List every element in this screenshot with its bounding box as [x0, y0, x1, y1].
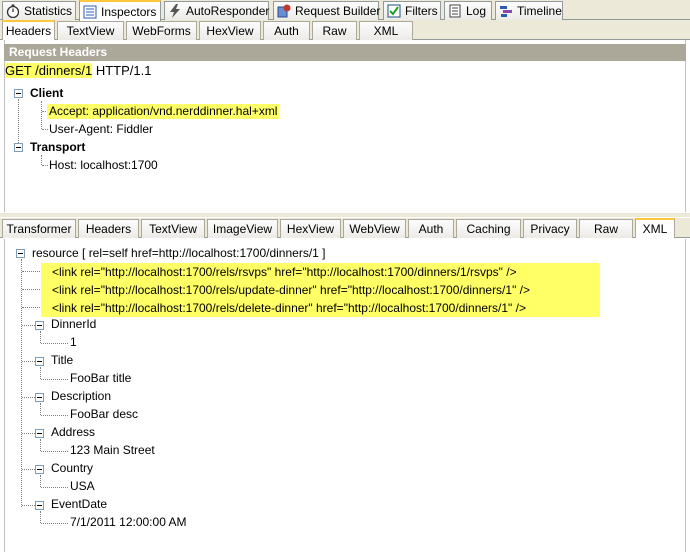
response-tab-auth-label: Auth: [418, 222, 444, 236]
lightning-icon: [168, 4, 182, 18]
tab-autoresponder[interactable]: AutoResponder: [164, 1, 269, 20]
request-tab-raw[interactable]: Raw: [312, 21, 357, 40]
header-user-agent[interactable]: User-Agent: Fiddler: [49, 122, 153, 137]
collapse-description-icon[interactable]: [35, 393, 44, 402]
link-delete-dinner[interactable]: <link rel="http://localhost:1700/rels/de…: [41, 299, 600, 317]
value-dinnerid[interactable]: 1: [70, 335, 77, 350]
response-tab-caching-label: Caching: [466, 222, 511, 236]
tab-timeline[interactable]: Timeline: [495, 1, 563, 20]
tab-inspectors-label: Inspectors: [101, 4, 157, 19]
request-tab-hexview-label: HexView: [206, 24, 254, 38]
request-tab-headers[interactable]: Headers: [2, 20, 55, 40]
checkbox-icon: [387, 4, 401, 18]
tab-log[interactable]: Log: [444, 1, 492, 20]
response-tab-xml[interactable]: XML: [635, 218, 675, 238]
response-tab-auth[interactable]: Auth: [408, 219, 454, 238]
response-tab-webview[interactable]: WebView: [343, 219, 406, 238]
tab-request-builder-label: Request Builder: [295, 4, 381, 18]
resource-node[interactable]: resource [ rel=self href=http://localhos…: [32, 246, 326, 261]
response-view-tabs: Transformer Headers TextView ImageView H…: [0, 218, 690, 238]
response-tab-headers-label: Headers: [85, 222, 132, 236]
request-tab-auth[interactable]: Auth: [263, 21, 310, 40]
main-tab-bar: Statistics Inspectors AutoResponder Requ…: [0, 0, 690, 21]
value-eventdate[interactable]: 7/1/2011 12:00:00 AM: [70, 515, 187, 530]
request-tab-webforms[interactable]: WebForms: [126, 21, 197, 40]
inspector-icon: [83, 5, 97, 19]
response-tab-raw[interactable]: Raw: [579, 219, 633, 238]
response-tab-textview[interactable]: TextView: [141, 219, 205, 238]
tab-inspectors[interactable]: Inspectors: [79, 0, 161, 21]
tab-autoresponder-label: AutoResponder: [186, 4, 270, 18]
request-tab-auth-label: Auth: [274, 24, 299, 38]
request-method-path: GET /dinners/1: [5, 63, 93, 78]
tab-statistics-label: Statistics: [24, 4, 73, 18]
request-tab-raw-label: Raw: [322, 24, 347, 38]
request-tab-xml-label: XML: [373, 24, 399, 38]
stopwatch-icon: [6, 4, 20, 19]
value-description[interactable]: FooBar desc: [70, 407, 138, 422]
response-tab-raw-label: Raw: [593, 222, 618, 236]
value-title[interactable]: FooBar title: [70, 371, 131, 386]
request-tab-textview-label: TextView: [66, 24, 115, 38]
response-tab-privacy-label: Privacy: [530, 222, 570, 236]
value-address[interactable]: 123 Main Street: [70, 443, 155, 458]
field-description[interactable]: Description: [51, 389, 111, 404]
response-tab-caching[interactable]: Caching: [456, 219, 521, 238]
response-tab-transformer-label: Transformer: [6, 222, 72, 236]
tab-timeline-label: Timeline: [517, 4, 562, 18]
response-tab-transformer[interactable]: Transformer: [2, 219, 76, 238]
response-tab-textview-label: TextView: [149, 222, 197, 236]
collapse-transport-icon[interactable]: [14, 143, 23, 152]
request-tab-textview[interactable]: TextView: [57, 21, 124, 40]
header-accept[interactable]: Accept: application/vnd.nerddinner.hal+x…: [47, 104, 280, 119]
value-country[interactable]: USA: [70, 479, 95, 494]
request-protocol: HTTP/1.1: [92, 63, 152, 78]
response-tab-imageview[interactable]: ImageView: [207, 219, 278, 238]
collapse-resource-icon[interactable]: [16, 249, 25, 258]
panel-splitter[interactable]: [0, 213, 690, 217]
response-tab-webview-label: WebView: [349, 222, 400, 236]
field-country[interactable]: Country: [51, 461, 93, 476]
tab-statistics[interactable]: Statistics: [2, 1, 76, 20]
builder-icon: [277, 4, 291, 18]
collapse-title-icon[interactable]: [35, 357, 44, 366]
request-tab-xml[interactable]: XML: [359, 21, 413, 40]
collapse-country-icon[interactable]: [35, 465, 44, 474]
tab-filters-label: Filters: [405, 4, 438, 18]
request-tab-headers-label: Headers: [5, 24, 52, 38]
response-tab-headers[interactable]: Headers: [78, 219, 139, 238]
field-title[interactable]: Title: [51, 353, 73, 368]
request-headers-title: Request Headers: [4, 44, 686, 61]
link-rsvps[interactable]: <link rel="http://localhost:1700/rels/rs…: [41, 263, 600, 281]
tab-filters[interactable]: Filters: [383, 1, 441, 20]
group-transport[interactable]: Transport: [30, 140, 85, 155]
link-update-dinner[interactable]: <link rel="http://localhost:1700/rels/up…: [41, 281, 600, 299]
response-tab-hexview-label: HexView: [286, 222, 335, 236]
timeline-icon: [499, 4, 513, 18]
field-eventdate[interactable]: EventDate: [51, 497, 107, 512]
response-tab-xml-label: XML: [642, 222, 668, 236]
log-icon: [448, 4, 462, 18]
request-tab-hexview[interactable]: HexView: [199, 21, 261, 40]
group-client[interactable]: Client: [30, 86, 63, 101]
response-tab-hexview[interactable]: HexView: [280, 219, 341, 238]
request-line: GET /dinners/1 HTTP/1.1: [5, 62, 151, 80]
collapse-eventdate-icon[interactable]: [35, 501, 44, 510]
collapse-dinnerid-icon[interactable]: [35, 321, 44, 330]
request-view-tabs: Headers TextView WebForms HexView Auth R…: [0, 20, 690, 40]
collapse-client-icon[interactable]: [14, 89, 23, 98]
tab-log-label: Log: [466, 4, 487, 18]
request-tab-webforms-label: WebForms: [132, 24, 191, 38]
collapse-address-icon[interactable]: [35, 429, 44, 438]
response-tab-imageview-label: ImageView: [212, 222, 273, 236]
field-dinnerid[interactable]: DinnerId: [51, 317, 96, 332]
header-host[interactable]: Host: localhost:1700: [49, 158, 158, 173]
tab-request-builder[interactable]: Request Builder: [273, 1, 381, 20]
response-tab-privacy[interactable]: Privacy: [523, 219, 577, 238]
field-address[interactable]: Address: [51, 425, 95, 440]
